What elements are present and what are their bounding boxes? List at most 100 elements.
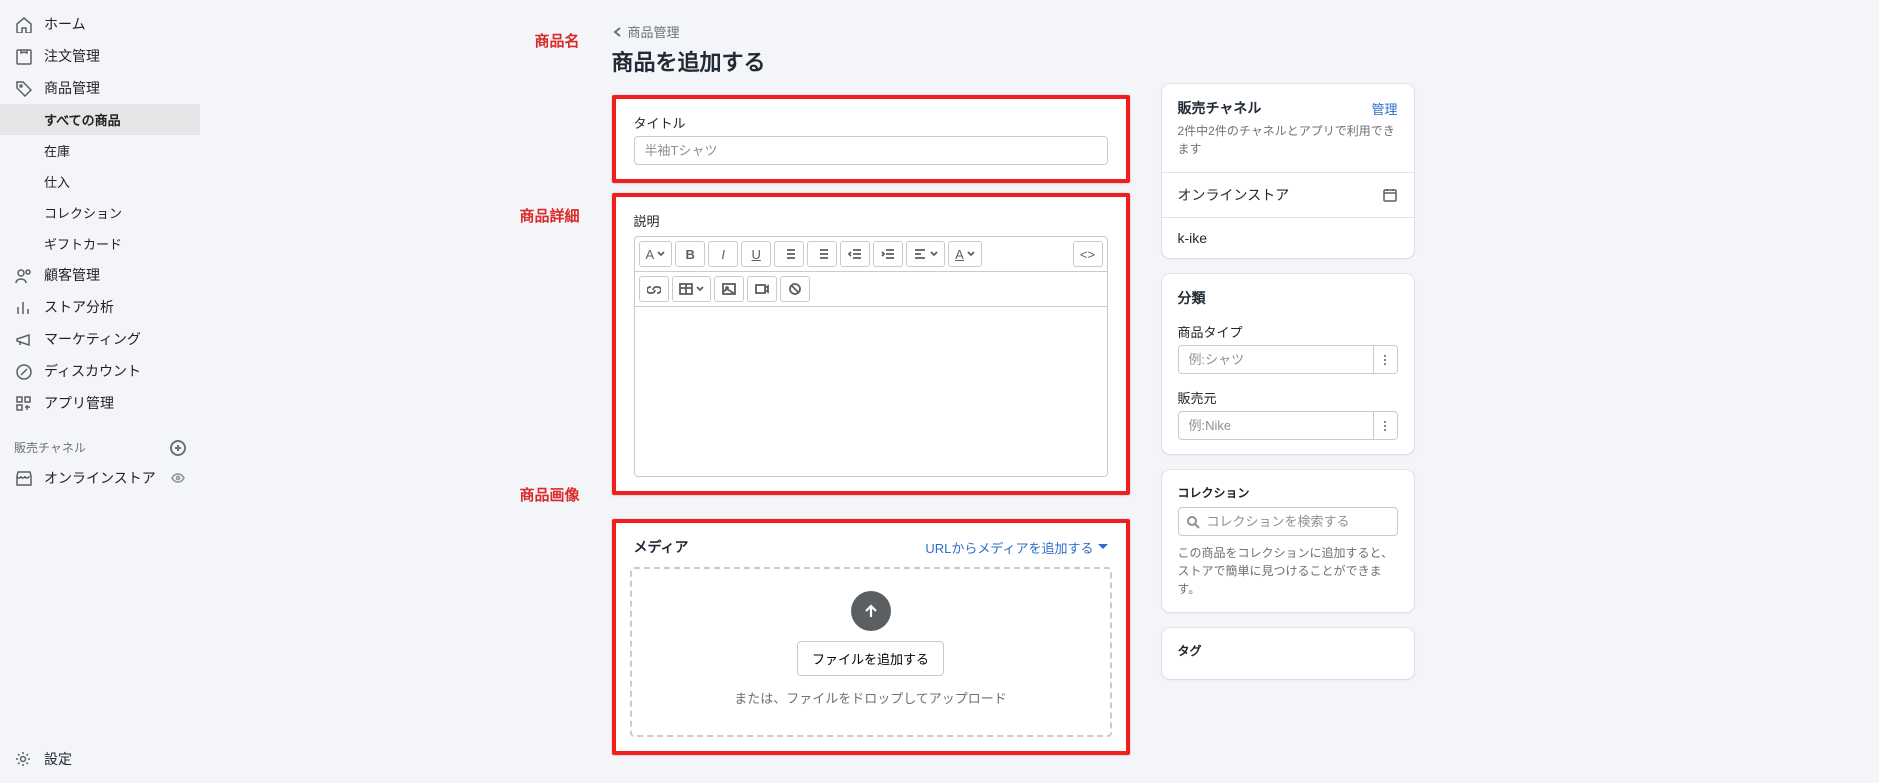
orders-icon <box>14 47 32 65</box>
color-dropdown[interactable]: A <box>948 241 982 267</box>
image-icon <box>722 282 736 296</box>
indent-icon <box>881 247 895 261</box>
link-icon <box>647 282 661 296</box>
sales-channels-card: 販売チャネル 管理 2件中2件のチャネルとアプリで利用できます オンラインストア… <box>1162 84 1414 258</box>
nav-discounts[interactable]: ディスカウント <box>0 355 200 387</box>
ban-icon <box>788 282 802 296</box>
channels-subtitle: 2件中2件のチャネルとアプリで利用できます <box>1178 122 1398 158</box>
nav-settings-label: 設定 <box>44 749 72 769</box>
calendar-icon[interactable] <box>1382 187 1398 203</box>
product-type-menu[interactable] <box>1374 345 1397 374</box>
nav-orders[interactable]: 注文管理 <box>0 40 200 72</box>
apps-icon <box>14 394 32 412</box>
nav-marketing-label: マーケティング <box>44 329 141 349</box>
outdent-button[interactable] <box>840 241 870 267</box>
chevron-left-icon <box>612 26 624 38</box>
nav-customers-label: 顧客管理 <box>44 265 100 285</box>
media-title: メディア <box>634 537 689 557</box>
indent-button[interactable] <box>873 241 903 267</box>
add-file-button[interactable]: ファイルを追加する <box>797 641 944 676</box>
collection-help: この商品をコレクションに追加すると、ストアで簡単に見つけることができます。 <box>1178 544 1398 598</box>
number-list-icon <box>815 247 829 261</box>
underline-button[interactable]: U <box>741 241 771 267</box>
title-card: タイトル <box>612 95 1130 183</box>
tags-title: タグ <box>1178 642 1398 659</box>
align-dropdown[interactable] <box>906 241 945 267</box>
add-media-url-link[interactable]: URLからメディアを追加する <box>925 538 1107 557</box>
html-button[interactable]: <> <box>1073 241 1103 267</box>
nav-settings[interactable]: 設定 <box>0 735 200 783</box>
annotation-product-name: 商品名 <box>510 30 580 51</box>
nav-sub-collections[interactable]: コレクション <box>0 197 200 228</box>
upload-icon <box>851 591 891 631</box>
dropzone-hint: または、ファイルをドロップしてアップロード <box>642 688 1100 707</box>
number-list-button[interactable] <box>807 241 837 267</box>
nav-online-store[interactable]: オンラインストア <box>0 462 200 494</box>
channels-heading: 販売チャネル <box>0 433 200 462</box>
breadcrumb[interactable]: 商品管理 <box>612 22 1130 41</box>
nav-marketing[interactable]: マーケティング <box>0 323 200 355</box>
nav-products[interactable]: 商品管理 <box>0 72 200 104</box>
table-dropdown[interactable] <box>672 276 711 302</box>
nav-sub-giftcards[interactable]: ギフトカード <box>0 228 200 259</box>
editor-toolbar: A B I U A <> <box>634 236 1108 307</box>
vendor-menu[interactable] <box>1374 411 1397 440</box>
page-title: 商品を追加する <box>612 45 1130 77</box>
description-label: 説明 <box>634 211 1108 230</box>
eye-icon[interactable] <box>170 470 186 486</box>
clear-format-button[interactable] <box>780 276 810 302</box>
nav-sub-inventory[interactable]: 在庫 <box>0 135 200 166</box>
nav-analytics[interactable]: ストア分析 <box>0 291 200 323</box>
main-content: 商品名 商品詳細 商品画像 商品管理 商品を追加する タイトル <box>200 0 1879 783</box>
sidebar: ホーム 注文管理 商品管理 すべての商品 在庫 仕入 コレクション ギフトカード… <box>0 0 200 783</box>
nav-customers[interactable]: 顧客管理 <box>0 259 200 291</box>
analytics-icon <box>14 298 32 316</box>
format-dropdown[interactable]: A <box>639 241 673 267</box>
title-input[interactable] <box>634 136 1108 165</box>
video-button[interactable] <box>747 276 777 302</box>
manage-channels-link[interactable]: 管理 <box>1371 99 1397 118</box>
nav-products-label: 商品管理 <box>44 78 100 98</box>
customers-icon <box>14 266 32 284</box>
bold-button[interactable]: B <box>675 241 705 267</box>
nav-home-label: ホーム <box>44 14 86 34</box>
store-icon <box>14 469 32 487</box>
caret-down-icon <box>1098 542 1108 552</box>
caret-down-icon <box>657 250 665 258</box>
media-dropzone[interactable]: ファイルを追加する または、ファイルをドロップしてアップロード <box>630 567 1112 737</box>
video-icon <box>755 282 769 296</box>
add-channel-icon[interactable] <box>170 440 186 456</box>
caret-down-icon <box>930 250 938 258</box>
align-icon <box>913 247 927 261</box>
home-icon <box>14 15 32 33</box>
channel-online-store: オンラインストア <box>1162 172 1414 217</box>
table-icon <box>679 282 693 296</box>
link-button[interactable] <box>639 276 669 302</box>
collection-card: コレクション この商品をコレクションに追加すると、ストアで簡単に見つけることがで… <box>1162 470 1414 612</box>
bullet-list-button[interactable] <box>774 241 804 267</box>
classification-title: 分類 <box>1178 288 1398 308</box>
gear-icon <box>14 750 32 768</box>
product-type-input[interactable] <box>1178 345 1375 374</box>
description-card: 説明 A B I U <box>612 193 1130 495</box>
description-editor[interactable] <box>634 307 1108 477</box>
italic-button[interactable]: I <box>708 241 738 267</box>
collection-title: コレクション <box>1178 484 1398 501</box>
tags-card: タグ <box>1162 628 1414 679</box>
vendor-input[interactable] <box>1178 411 1375 440</box>
media-card: メディア URLからメディアを追加する ファイルを追加する または、ファイルをド… <box>612 519 1130 755</box>
outdent-icon <box>848 247 862 261</box>
nav-sub-purchase[interactable]: 仕入 <box>0 166 200 197</box>
nav-sub-all-products[interactable]: すべての商品 <box>0 104 200 135</box>
image-button[interactable] <box>714 276 744 302</box>
nav-apps[interactable]: アプリ管理 <box>0 387 200 419</box>
channels-title: 販売チャネル <box>1178 98 1262 118</box>
classification-card: 分類 商品タイプ 販売元 <box>1162 274 1414 454</box>
nav-home[interactable]: ホーム <box>0 8 200 40</box>
main-nav: ホーム 注文管理 商品管理 すべての商品 在庫 仕入 コレクション ギフトカード… <box>0 0 200 735</box>
nav-orders-label: 注文管理 <box>44 46 100 66</box>
nav-discounts-label: ディスカウント <box>44 361 141 381</box>
nav-analytics-label: ストア分析 <box>44 297 114 317</box>
discount-icon <box>14 362 32 380</box>
collection-search-input[interactable] <box>1178 507 1398 536</box>
